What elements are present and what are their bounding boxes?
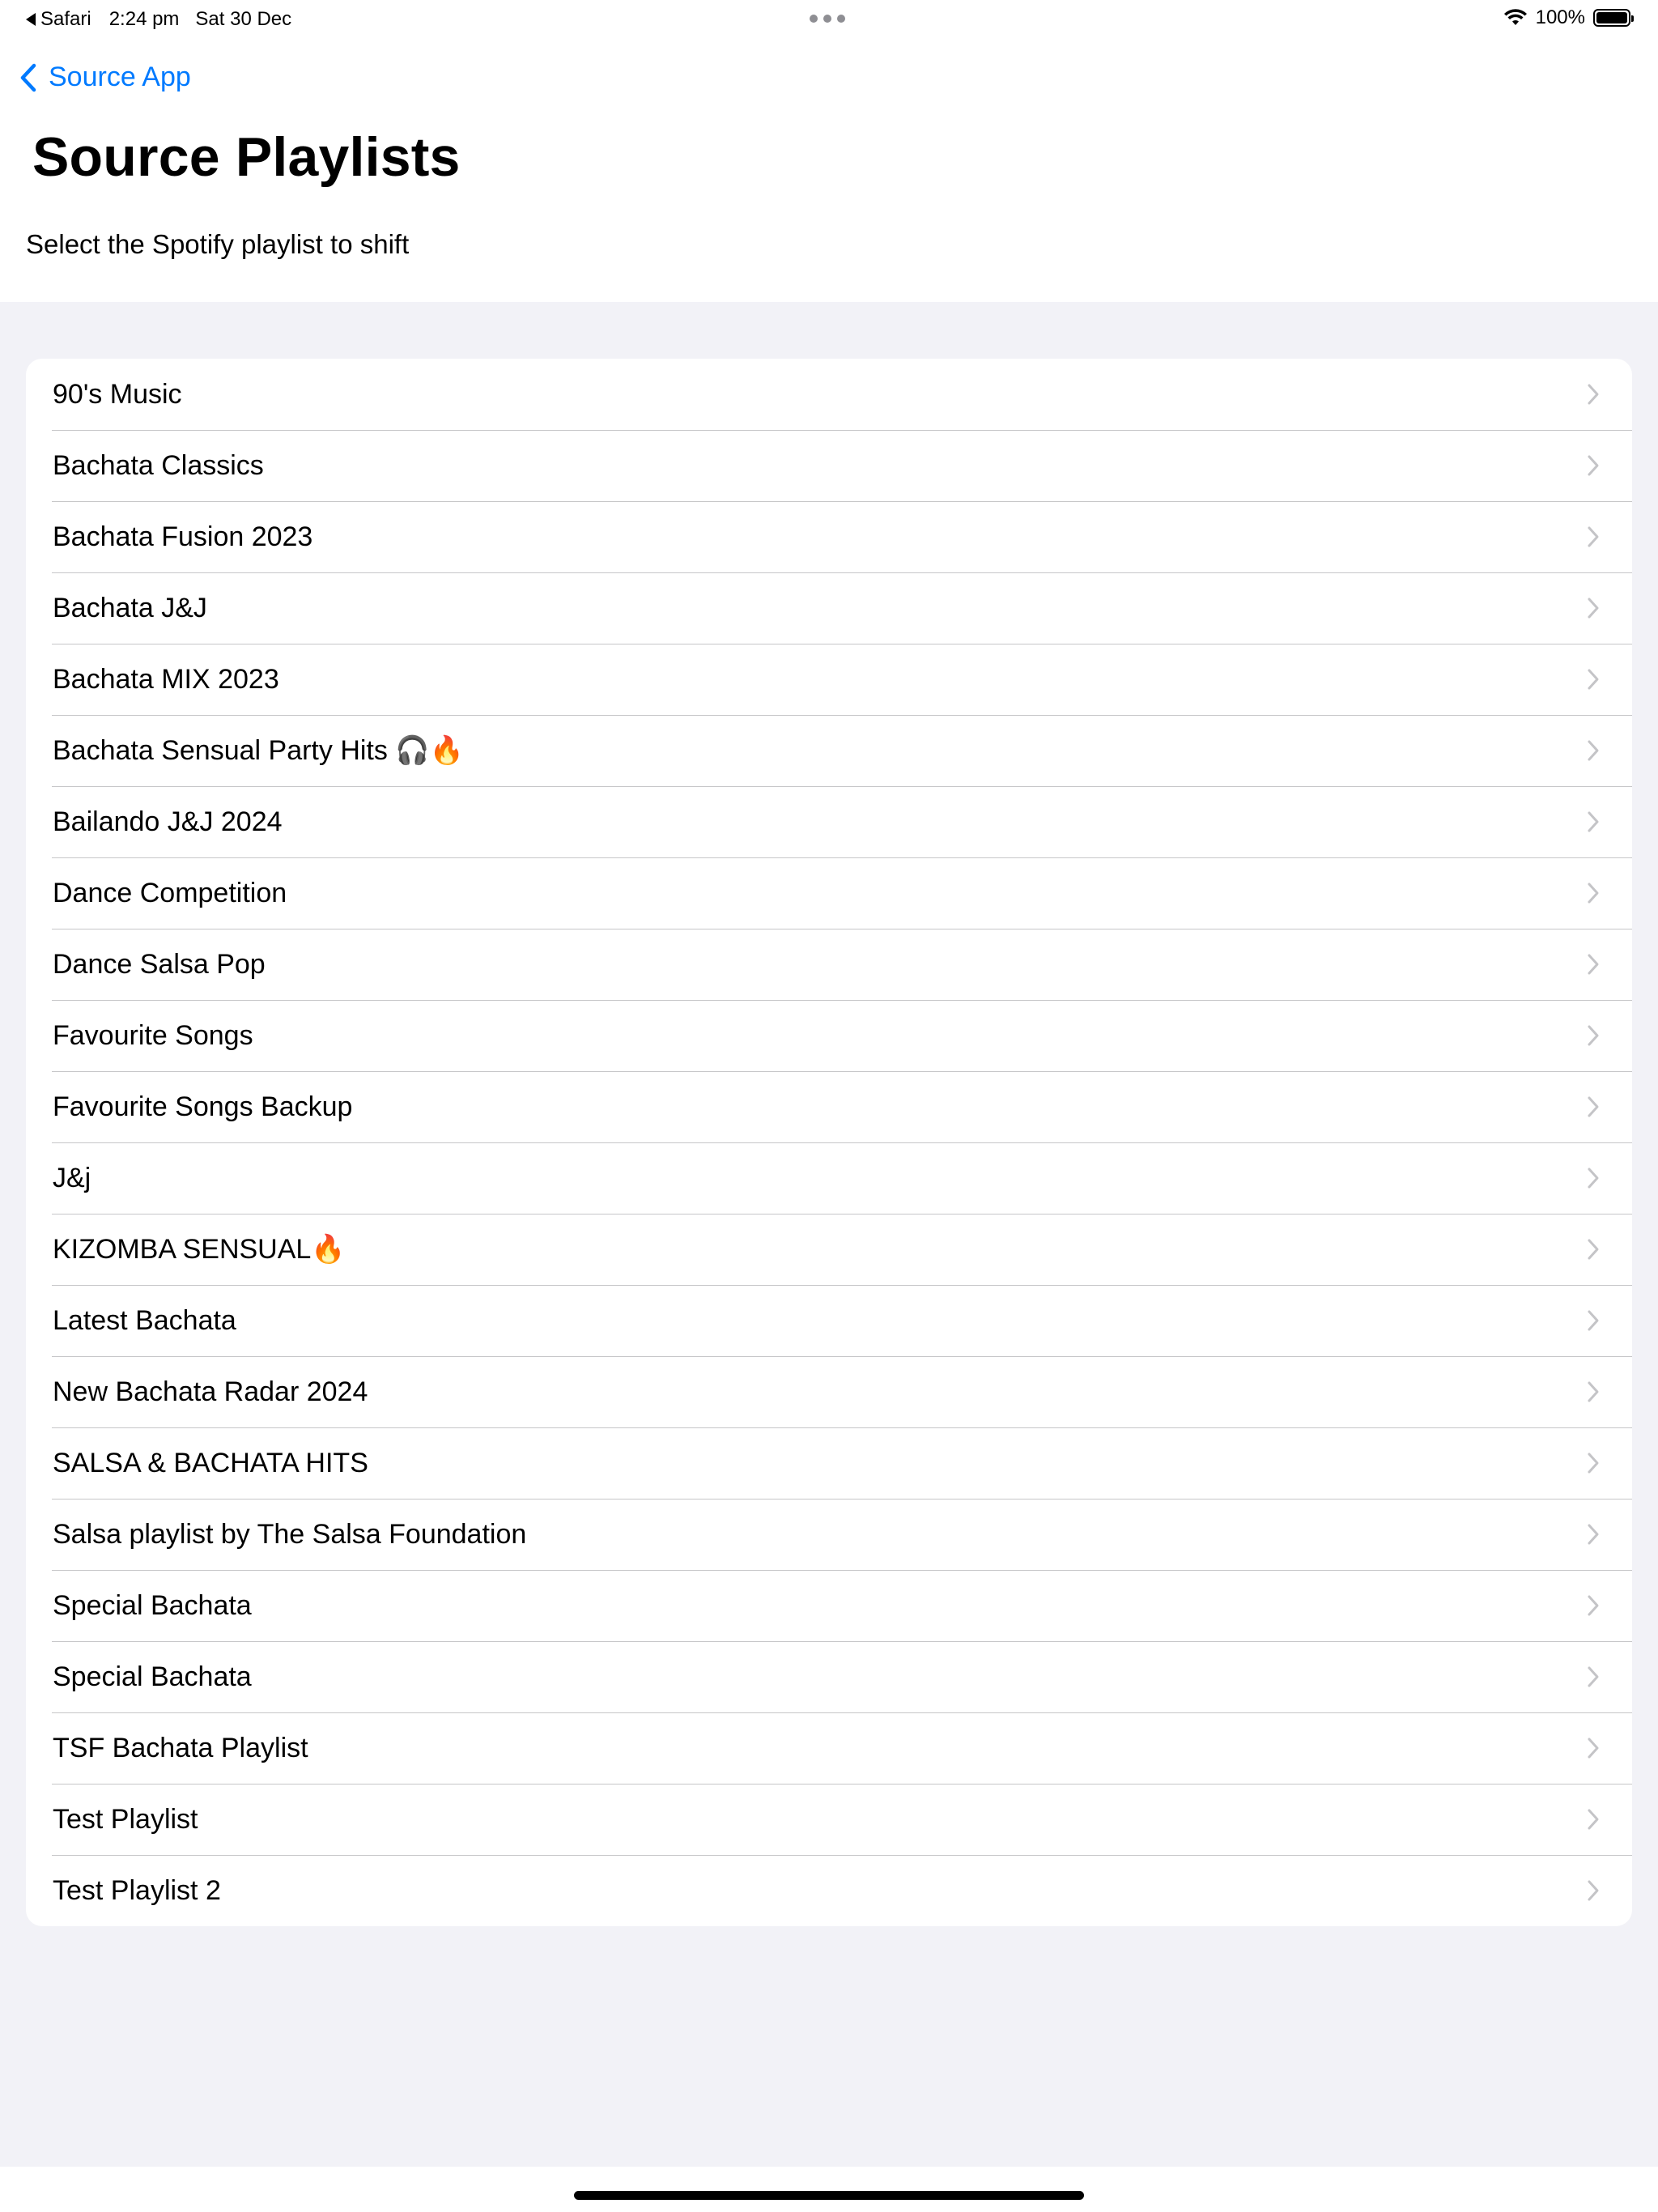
chevron-right-icon (1588, 883, 1599, 904)
battery-fill (1596, 12, 1627, 23)
playlist-name: New Bachata Radar 2024 (53, 1376, 368, 1407)
playlist-name: Test Playlist 2 (53, 1874, 221, 1906)
chevron-right-icon (1588, 598, 1599, 619)
playlist-name: Favourite Songs Backup (53, 1091, 353, 1122)
chevron-right-icon (1588, 1595, 1599, 1616)
playlist-name: Test Playlist (53, 1803, 198, 1835)
playlist-row[interactable]: Favourite Songs (26, 1000, 1632, 1071)
playlist-name: KIZOMBA SENSUAL🔥 (53, 1234, 346, 1265)
playlist-name: Latest Bachata (53, 1304, 236, 1336)
back-button[interactable]: Source App (19, 62, 191, 93)
chevron-right-icon (1588, 1310, 1599, 1331)
chevron-right-icon (1588, 1239, 1599, 1260)
home-indicator[interactable] (574, 2191, 1084, 2200)
playlist-name: SALSA & BACHATA HITS (53, 1447, 368, 1478)
status-bar-right: 100% (1503, 6, 1634, 29)
chevron-right-icon (1588, 669, 1599, 690)
playlist-name: Bachata Sensual Party Hits 🎧🔥 (53, 735, 464, 766)
chevron-right-icon (1588, 740, 1599, 761)
playlist-row[interactable]: TSF Bachata Playlist (26, 1712, 1632, 1784)
playlist-row[interactable]: Dance Salsa Pop (26, 929, 1632, 1000)
playlist-name: Bachata J&J (53, 592, 207, 623)
playlist-name: Bachata Fusion 2023 (53, 521, 313, 552)
playlist-row[interactable]: 90's Music (26, 359, 1632, 430)
playlist-list: 90's Music Bachata Classics Bachata Fusion… (26, 359, 1632, 1926)
chevron-right-icon (1588, 954, 1599, 975)
playlist-row[interactable]: Dance Competition (26, 857, 1632, 929)
playlist-row[interactable]: Bachata MIX 2023 (26, 644, 1632, 715)
playlist-row[interactable]: Bailando J&J 2024 (26, 786, 1632, 857)
bottom-area (0, 2167, 1658, 2212)
back-triangle-icon (26, 13, 36, 26)
playlist-name: Special Bachata (53, 1589, 252, 1621)
chevron-right-icon (1588, 1524, 1599, 1545)
playlist-row[interactable]: J&j (26, 1142, 1632, 1214)
chevron-right-icon (1588, 1809, 1599, 1830)
chevron-right-icon (1588, 1025, 1599, 1046)
status-date: Sat 30 Dec (195, 8, 292, 30)
playlist-row[interactable]: SALSA & BACHATA HITS (26, 1427, 1632, 1499)
battery-percentage: 100% (1535, 6, 1585, 28)
playlist-row[interactable]: Favourite Songs Backup (26, 1071, 1632, 1142)
playlist-row[interactable]: Test Playlist (26, 1784, 1632, 1855)
playlist-name: Dance Competition (53, 877, 287, 908)
page-subtitle: Select the Spotify playlist to shift (26, 229, 410, 259)
chevron-right-icon (1588, 526, 1599, 547)
battery-nub (1631, 15, 1634, 22)
chevron-right-icon (1588, 1453, 1599, 1474)
playlist-row[interactable]: Special Bachata (26, 1570, 1632, 1641)
chevron-right-icon (1588, 1096, 1599, 1117)
playlist-name: Bachata Classics (53, 449, 264, 481)
playlist-row[interactable]: Bachata Classics (26, 430, 1632, 501)
chevron-left-icon (20, 63, 36, 91)
playlist-name: Special Bachata (53, 1661, 252, 1692)
chevron-right-icon (1588, 1738, 1599, 1759)
chevron-right-icon (1588, 811, 1599, 832)
multitasking-dots-icon[interactable] (810, 15, 845, 23)
chevron-right-icon (1588, 1168, 1599, 1189)
playlist-row[interactable]: Salsa playlist by The Salsa Foundation (26, 1499, 1632, 1570)
playlist-row[interactable]: Bachata Sensual Party Hits 🎧🔥 (26, 715, 1632, 786)
playlist-name: Bailando J&J 2024 (53, 806, 283, 837)
status-time: 2:24 pm (108, 8, 180, 30)
playlist-name: TSF Bachata Playlist (53, 1732, 308, 1763)
playlist-name: Salsa playlist by The Salsa Foundation (53, 1518, 527, 1550)
playlist-name: Dance Salsa Pop (53, 948, 266, 980)
playlist-row[interactable]: Bachata Fusion 2023 (26, 501, 1632, 572)
back-to-app-label[interactable]: Safari (40, 8, 91, 31)
page-title: Source Playlists (32, 126, 461, 188)
playlist-row[interactable]: Latest Bachata (26, 1285, 1632, 1356)
playlist-row[interactable]: Bachata J&J (26, 572, 1632, 644)
wifi-icon (1503, 9, 1527, 25)
chevron-right-icon (1588, 1666, 1599, 1687)
playlist-row[interactable]: KIZOMBA SENSUAL🔥 (26, 1214, 1632, 1285)
playlist-row[interactable]: New Bachata Radar 2024 (26, 1356, 1632, 1427)
playlist-row[interactable]: Special Bachata (26, 1641, 1632, 1712)
status-bar: Safari 2:24 pm Sat 30 Dec 100% (0, 0, 1658, 39)
playlist-row[interactable]: Test Playlist 2 (26, 1855, 1632, 1926)
playlist-name: Bachata MIX 2023 (53, 663, 279, 695)
chevron-right-icon (1588, 455, 1599, 476)
battery-icon (1593, 9, 1634, 27)
chevron-right-icon (1588, 384, 1599, 405)
status-bar-left[interactable]: Safari 2:24 pm Sat 30 Dec (26, 8, 291, 31)
chevron-right-icon (1588, 1880, 1599, 1901)
playlist-name: J&j (53, 1162, 91, 1193)
playlist-name: 90's Music (53, 378, 182, 410)
playlist-name: Favourite Songs (53, 1019, 253, 1051)
chevron-right-icon (1588, 1381, 1599, 1402)
back-button-label: Source App (49, 62, 191, 92)
